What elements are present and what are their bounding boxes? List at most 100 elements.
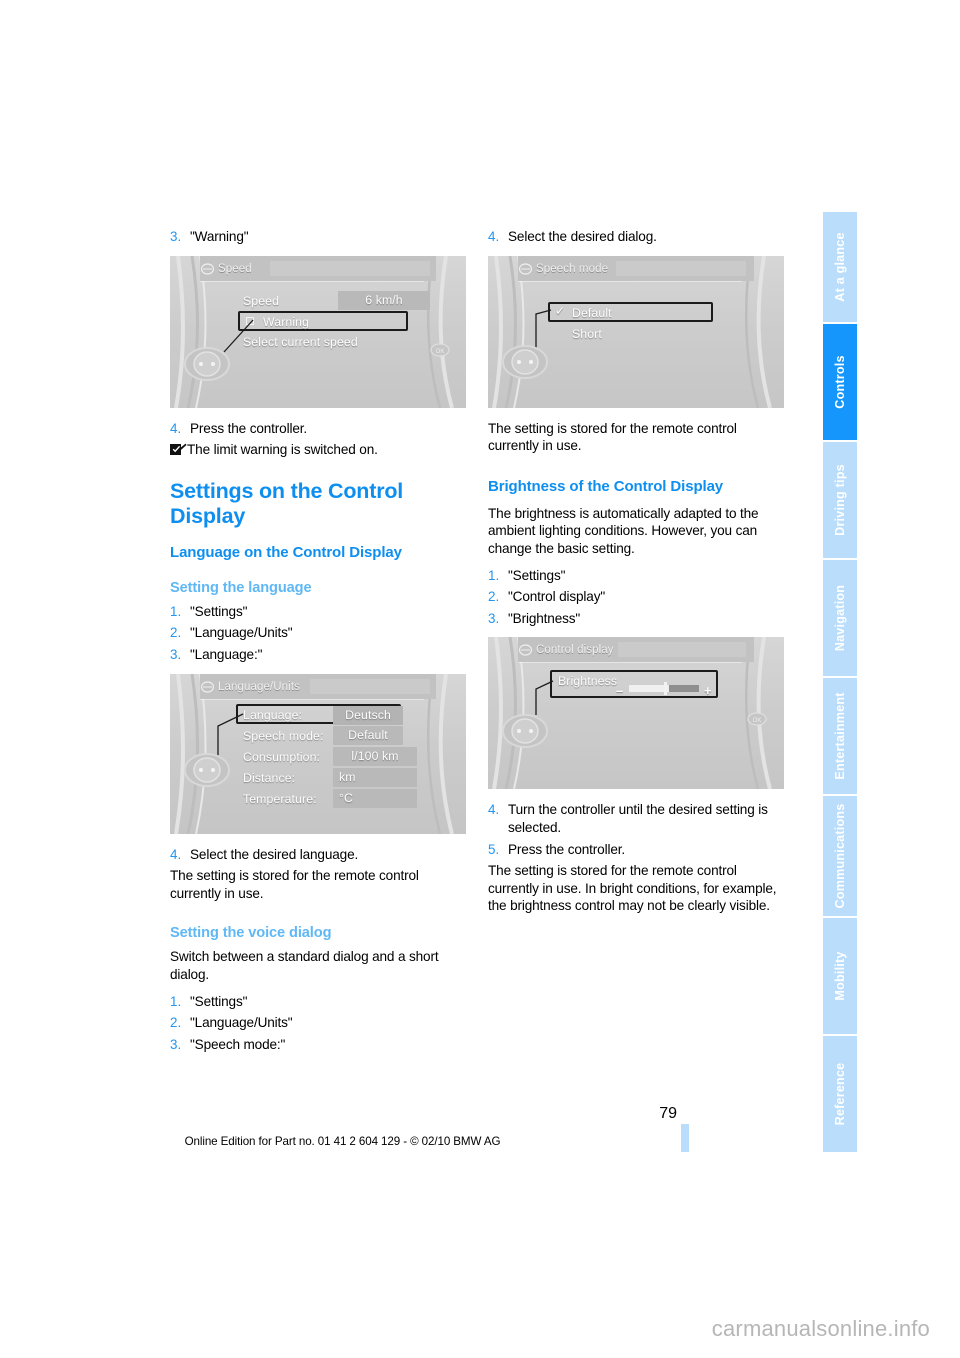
slider-thumb[interactable] xyxy=(664,682,667,696)
step-text: Select the desired language. xyxy=(190,846,359,862)
step-press-controller: 5. Press the controller. xyxy=(488,841,784,859)
stored-note: The setting is stored for the remote con… xyxy=(488,420,737,454)
step-text: "Speech mode:" xyxy=(190,1036,286,1052)
checkmark-icon: ✓ xyxy=(555,303,566,318)
idrive-screenshot-speech-mode: Speech mode ✓ Default Short xyxy=(488,255,784,408)
tab-driving-tips[interactable]: Driving tips xyxy=(823,440,857,558)
tab-label: At a glance xyxy=(833,232,847,302)
svg-text:OK: OK xyxy=(753,718,762,724)
list-item: 1. "Settings" xyxy=(170,993,466,1011)
svg-text:OK: OK xyxy=(436,349,445,355)
subsection-heading-setting-language: Setting the language xyxy=(170,579,312,596)
selected-item-label: Default xyxy=(572,305,612,320)
list-item: 2. "Language/Units" xyxy=(170,1014,466,1032)
language-steps-list: 1. "Settings" 2. "Language/Units" 3. "La… xyxy=(170,603,466,664)
title-divider xyxy=(518,280,742,282)
title-divider xyxy=(200,698,424,700)
list-item: 1. "Settings" xyxy=(488,567,784,585)
tab-label: Entertainment xyxy=(833,692,847,780)
tab-at-a-glance[interactable]: At a glance xyxy=(823,212,857,322)
check-note: The limit warning is switched on. xyxy=(170,441,466,459)
row-value: °C xyxy=(333,788,417,809)
tab-label: Reference xyxy=(833,1062,847,1126)
row-value: l/100 km xyxy=(333,746,417,767)
step-text: "Settings" xyxy=(190,993,248,1009)
step-number: 4. xyxy=(170,846,182,862)
speed-row-label: Speed xyxy=(243,293,280,308)
step-number: 1. xyxy=(170,993,182,1009)
step-turn-controller: 4. Turn the controller until the desired… xyxy=(488,801,784,836)
list-item: 2. "Control display" xyxy=(488,588,784,606)
title-divider xyxy=(518,662,742,664)
step-number: 5. xyxy=(488,841,500,857)
controller-knob-icon xyxy=(180,340,234,388)
title-divider xyxy=(200,280,424,282)
step-number: 4. xyxy=(488,802,500,818)
left-column: 3. "Warning" Speed Speed 6 km/h Warning … xyxy=(170,228,466,1057)
step-text: "Settings" xyxy=(190,603,248,619)
brightness-intro: The brightness is automatically adapted … xyxy=(488,505,759,556)
row-value: km xyxy=(333,767,417,788)
tab-controls[interactable]: Controls xyxy=(823,322,857,440)
tab-mobility[interactable]: Mobility xyxy=(823,916,857,1034)
watermark: carmanualsonline.info xyxy=(711,1316,930,1341)
row-label: Consumption: xyxy=(243,749,321,764)
selected-item-label: Warning xyxy=(263,314,310,329)
tab-label: Mobility xyxy=(833,951,847,1001)
step-number: 3. xyxy=(170,646,182,662)
controller-knob-icon xyxy=(498,338,552,386)
menu-icon xyxy=(518,643,533,656)
list-item: 3. "Brightness" xyxy=(488,610,784,628)
page-title: Settings on the Control Display xyxy=(170,478,404,528)
voice-steps-list: 1. "Settings" 2. "Language/Units" 3. "Sp… xyxy=(170,993,466,1054)
tab-navigation[interactable]: Navigation xyxy=(823,558,857,676)
checkbox-icon xyxy=(246,316,254,325)
menu-icon xyxy=(200,262,215,275)
idrive-screenshot-language-units: Language/Units Language: Deutsch Speech … xyxy=(170,673,466,834)
step-number: 2. xyxy=(170,625,182,641)
plus-label: + xyxy=(704,683,712,699)
step-text: "Warning" xyxy=(190,229,249,244)
tab-entertainment[interactable]: Entertainment xyxy=(823,676,857,794)
idrive-screenshot-speed: Speed Speed 6 km/h Warning Select curren… xyxy=(170,255,466,408)
list-item: 3. "Speech mode:" xyxy=(170,1036,466,1054)
subsection-heading-voice-dialog: Setting the voice dialog xyxy=(170,925,332,942)
step-select-dialog: 4. Select the desired dialog. xyxy=(488,228,784,246)
step-number: 3. xyxy=(170,1036,182,1052)
step-number: 2. xyxy=(170,1015,182,1031)
brightness-steps-list: 1. "Settings" 2. "Control display" 3. "B… xyxy=(488,567,784,628)
step-text: "Settings" xyxy=(508,567,566,583)
tab-label: Navigation xyxy=(833,584,847,652)
tab-label: Communications xyxy=(833,803,847,909)
row-label: Speech mode: xyxy=(243,728,324,743)
step-text: Press the controller. xyxy=(190,420,307,436)
slider-fill xyxy=(629,685,669,693)
step-press-controller: 4. Press the controller. xyxy=(170,420,466,438)
stored-note: The setting is stored for the remote con… xyxy=(170,868,419,901)
row-label: Temperature: xyxy=(243,791,317,806)
manual-page: 3. "Warning" Speed Speed 6 km/h Warning … xyxy=(0,0,960,1358)
section-heading-language: Language on the Control Display xyxy=(170,543,402,561)
right-column: 4. Select the desired dialog. Speech mod… xyxy=(488,228,784,924)
controller-knob-icon xyxy=(180,746,234,794)
tab-communications[interactable]: Communications xyxy=(823,794,857,916)
tab-label: Driving tips xyxy=(833,464,847,536)
tab-label: Controls xyxy=(833,355,847,409)
step-select-language: 4. Select the desired language. xyxy=(170,846,466,864)
step-text: "Control display" xyxy=(508,589,606,605)
step-number: 4. xyxy=(170,420,182,436)
step-text: "Language/Units" xyxy=(190,625,293,641)
voice-intro: Switch between a standard dialog and a s… xyxy=(170,949,439,982)
brightness-slider[interactable]: – + xyxy=(616,682,712,698)
step-text: Press the controller. xyxy=(508,841,625,857)
row-label: Distance: xyxy=(243,770,296,785)
step-text: "Language:" xyxy=(190,646,263,662)
step-text: Select the desired dialog. xyxy=(508,229,657,244)
footer-text: Online Edition for Part no. 01 41 2 604 … xyxy=(184,1135,501,1148)
step-text: "Brightness" xyxy=(508,610,581,626)
step-text: "Language/Units" xyxy=(190,1015,293,1031)
row-value: Default xyxy=(333,725,403,746)
